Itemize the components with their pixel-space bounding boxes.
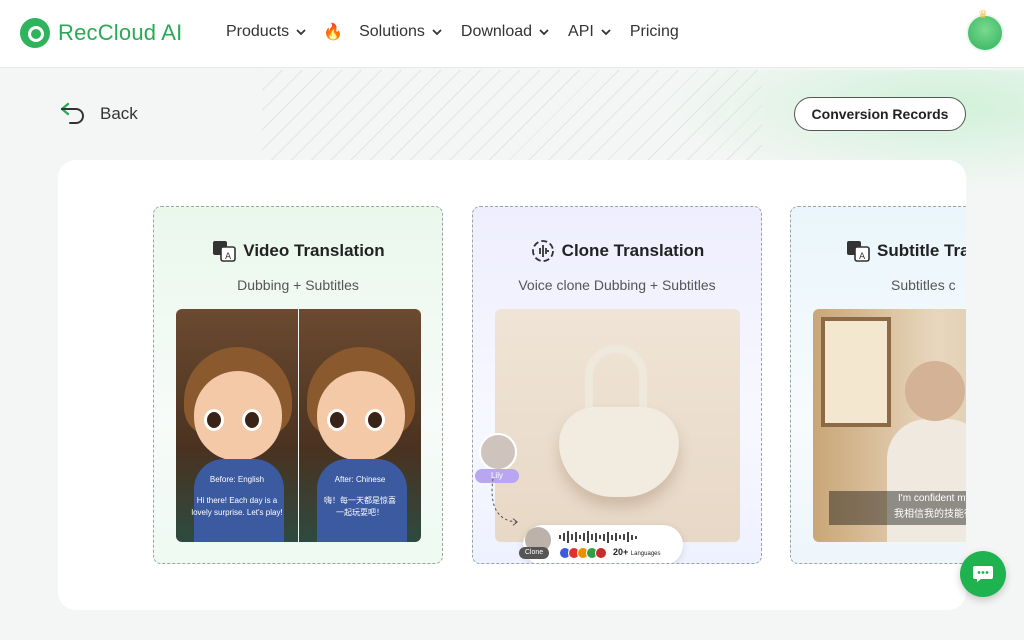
subtitle-caption: I'm confident my skill 我相信我的技能很适合 — [829, 491, 966, 525]
voice-clone-icon — [531, 240, 554, 262]
chat-button[interactable] — [960, 551, 1006, 597]
languages-label: Languages — [630, 551, 661, 557]
card-subtitle: Subtitles c — [891, 277, 956, 293]
translate-icon: A — [213, 241, 237, 262]
waveform-icon — [559, 531, 637, 543]
card-subtitle: Voice clone Dubbing + Subtitles — [518, 277, 716, 293]
clone-preview[interactable] — [495, 309, 740, 542]
crown-icon: ♛ — [978, 9, 988, 21]
after-frame: After: Chinese 嗨！每一天都是惊喜 一起玩耍吧！ — [299, 309, 421, 542]
clone-languages-pill: Clone 20+ Languages — [519, 525, 683, 563]
chevron-down-icon — [296, 29, 306, 36]
after-tag: After: Chinese — [334, 475, 386, 484]
languages-number: 20+ — [613, 547, 629, 557]
card-title-text: Video Translation — [243, 241, 385, 260]
dashed-arrow-icon — [491, 478, 518, 526]
card-title: Clone Translation — [473, 239, 761, 263]
video-translation-card[interactable]: A Video Translation Dubbing + Subtitles … — [153, 206, 443, 564]
speaker-badge: Lily — [475, 433, 523, 483]
before-frame: Before: English Hi there! Each day is a … — [176, 309, 298, 542]
subtitle-preview[interactable]: I'm confident my skill 我相信我的技能很适合 — [813, 309, 966, 542]
before-tag: Before: English — [209, 475, 265, 484]
card-subtitle: Dubbing + Subtitles — [237, 277, 359, 293]
brand-logo[interactable]: RecCloud AI — [20, 18, 183, 48]
top-header: RecCloud AI Products 🔥 Solutions Downloa… — [0, 0, 1024, 68]
back-arrow-icon — [60, 102, 84, 124]
card-title-text: Subtitle Tra — [877, 241, 966, 260]
svg-text:A: A — [225, 252, 232, 262]
video-preview[interactable]: Before: English Hi there! Each day is a … — [176, 309, 421, 542]
card-title-text: Clone Translation — [561, 241, 705, 260]
chevron-down-icon — [539, 29, 549, 36]
clone-tag: Clone — [519, 547, 549, 559]
before-caption: Hi there! Each day is a — [196, 496, 278, 505]
main-nav: Products 🔥 Solutions Download API Pricin… — [226, 22, 697, 42]
card-title: A Subtitle Tra — [845, 239, 966, 263]
logo-icon — [20, 18, 50, 48]
nav-products[interactable]: Products — [226, 23, 307, 41]
subtitle-translate-icon: A — [847, 241, 870, 262]
back-label: Back — [100, 104, 138, 123]
speaker-avatar — [479, 433, 517, 471]
after-caption: 一起玩耍吧！ — [336, 508, 384, 517]
nav-pricing-label: Pricing — [629, 23, 679, 40]
nav-pricing[interactable]: Pricing — [630, 23, 679, 41]
nav-products-label: Products — [226, 23, 290, 40]
caption-line-2: 我相信我的技能很适合 — [894, 509, 966, 520]
before-caption: lovely surprise. Let's play! — [191, 508, 283, 517]
chevron-down-icon — [432, 29, 442, 36]
caption-line-1: I'm confident my skill — [898, 493, 966, 504]
after-caption: 嗨！每一天都是惊喜 — [324, 496, 396, 505]
conversion-records-button[interactable]: Conversion Records — [794, 97, 966, 131]
chat-bubble-icon — [973, 566, 993, 582]
language-flags — [559, 547, 607, 559]
svg-text:A: A — [859, 252, 866, 262]
fire-icon: 🔥 — [323, 24, 344, 41]
nav-download[interactable]: Download — [461, 23, 550, 41]
subtitle-translation-card[interactable]: A Subtitle Tra Subtitles c I'm confident… — [790, 206, 966, 564]
nav-solutions[interactable]: Solutions — [359, 23, 443, 41]
brand-name: RecCloud AI — [58, 20, 183, 45]
languages-count: 20+ Languages — [613, 547, 661, 557]
clone-translation-card[interactable]: Clone Translation Voice clone Dubbing + … — [472, 206, 762, 564]
feature-panel: A Video Translation Dubbing + Subtitles … — [58, 160, 966, 610]
chevron-down-icon — [601, 29, 611, 36]
card-title: A Video Translation — [154, 239, 442, 263]
nav-api-label: API — [568, 23, 594, 40]
flag-icon — [595, 547, 607, 559]
back-button[interactable]: Back — [58, 102, 138, 126]
nav-api[interactable]: API — [568, 23, 612, 41]
nav-solutions-label: Solutions — [359, 23, 425, 40]
nav-download-label: Download — [460, 23, 533, 40]
